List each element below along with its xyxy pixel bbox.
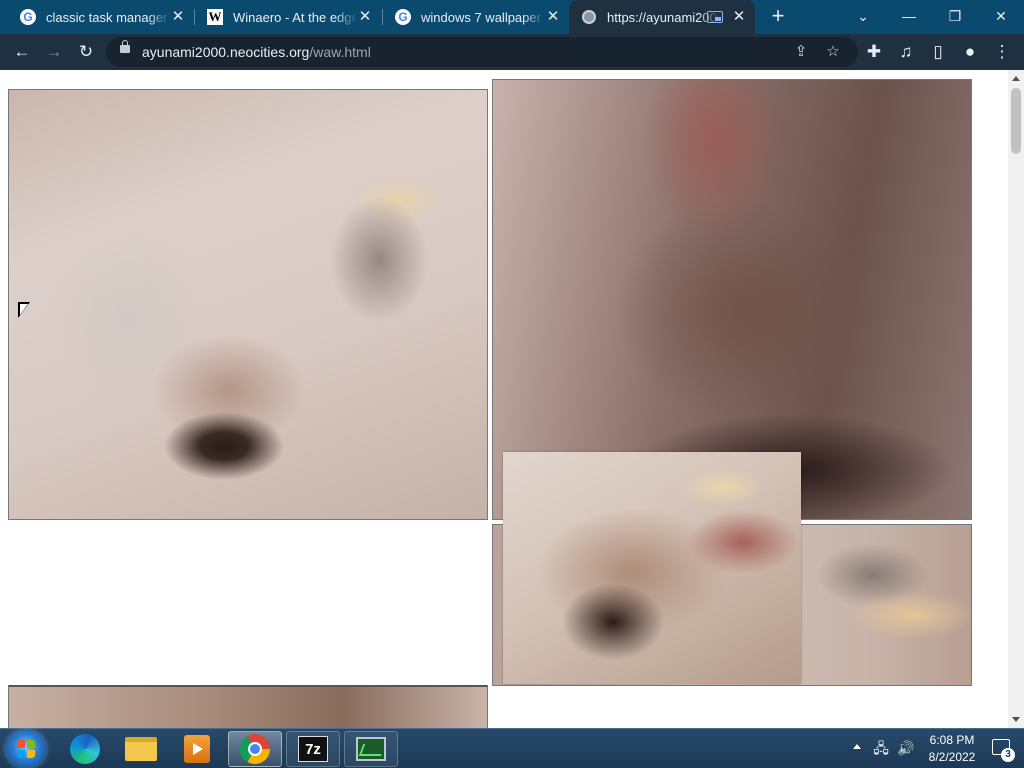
tab-title: classic task manager do [46,9,170,25]
bookmark-star-icon[interactable]: ☆ [822,41,844,63]
google-icon [20,9,36,25]
tab-close-icon[interactable]: ✕ [170,9,186,25]
folder-icon [125,737,157,761]
blurred-photo-1 [8,89,488,520]
scrollbar-thumb[interactable] [1011,88,1021,154]
taskbar-app-chrome[interactable] [228,731,282,767]
tab-winaero[interactable]: W Winaero - At the edge ✕ [195,0,381,34]
scroll-up-arrow-icon[interactable] [1012,76,1020,81]
task-manager-icon [356,737,386,761]
tab-title: Winaero - At the edge [233,9,357,25]
winaero-w-icon: W [207,9,223,25]
vertical-scrollbar[interactable] [1008,70,1024,728]
show-hidden-icons-arrow-icon[interactable] [853,744,861,749]
7zip-icon: 7z [298,736,328,762]
taskbar-app-7zip[interactable]: 7z [286,731,340,767]
address-bar[interactable]: ayunami2000.neocities.org/waw.html ⇪ ☆ [106,37,858,67]
blurred-photo-4 [503,452,801,684]
tab-close-icon[interactable]: ✕ [357,9,373,25]
notification-count-badge: 3 [1001,748,1015,762]
tab-ayunami2000[interactable]: https://ayunami2000. ✕ [569,0,755,34]
page-viewport [0,70,1008,728]
tab-search-chevron-down-icon[interactable]: ⌄ [840,0,886,32]
taskbar-app-edge[interactable] [58,731,112,767]
url-path: /waw.html [309,44,371,60]
media-player-icon [184,735,210,763]
tab-close-icon[interactable]: ✕ [545,9,561,25]
scroll-down-arrow-icon[interactable] [1012,717,1020,722]
volume-icon[interactable]: 🔊 [897,739,915,757]
browser-toolbar: ← → ↻ ayunami2000.neocities.org/waw.html… [0,34,1024,70]
tab-close-icon[interactable]: ✕ [731,9,747,25]
blurred-photo-5 [8,685,488,728]
tab-title: https://ayunami2000. [607,9,719,25]
lock-icon[interactable] [120,40,130,53]
url-host: ayunami2000.neocities.org [142,44,310,60]
extensions-puzzle-icon[interactable]: ✚ [860,38,888,66]
system-clock[interactable]: 6:08 PM 8/2/2022 [924,732,980,766]
reload-icon[interactable]: ↻ [72,38,100,66]
tab-strip: classic task manager do ✕ W Winaero - At… [0,0,1024,34]
close-window-button[interactable]: ✕ [978,0,1024,32]
network-icon[interactable]: 🖧 [872,739,890,757]
restore-button[interactable]: ❐ [932,0,978,32]
picture-in-picture-icon [707,11,723,23]
clock-time: 6:08 PM [929,733,975,747]
taskbar-app-task-manager[interactable] [344,731,398,767]
edge-icon [70,734,100,764]
windows-taskbar: 7z 🖧 🔊 6:08 PM 8/2/2022 3 [0,728,1024,768]
chrome-icon [240,734,270,764]
menu-kebab-icon[interactable]: ⋮ [988,38,1016,66]
profile-avatar-icon[interactable]: ● [956,38,984,66]
forward-arrow-icon[interactable]: → [40,38,68,66]
taskbar-app-file-explorer[interactable] [114,731,168,767]
globe-icon [581,9,597,25]
minimize-button[interactable]: — [886,0,932,32]
taskbar-app-media-player[interactable] [170,731,224,767]
url-text[interactable]: ayunami2000.neocities.org/waw.html [142,44,371,60]
back-arrow-icon[interactable]: ← [8,38,36,66]
clock-date: 8/2/2022 [928,750,976,764]
tab-classic-task-manager[interactable]: classic task manager do ✕ [8,0,194,34]
tab-windows-7-wallpaper[interactable]: windows 7 wallpaper - ✕ [383,0,569,34]
google-icon [395,9,411,25]
share-icon[interactable]: ⇪ [790,41,812,63]
mouse-cursor-icon [18,302,30,318]
side-panel-icon[interactable]: ▯ [924,38,952,66]
new-tab-button[interactable]: + [766,5,790,29]
media-control-icon[interactable]: ♫ [892,38,920,66]
start-button[interactable] [6,730,46,768]
tab-title: windows 7 wallpaper - [421,9,545,25]
